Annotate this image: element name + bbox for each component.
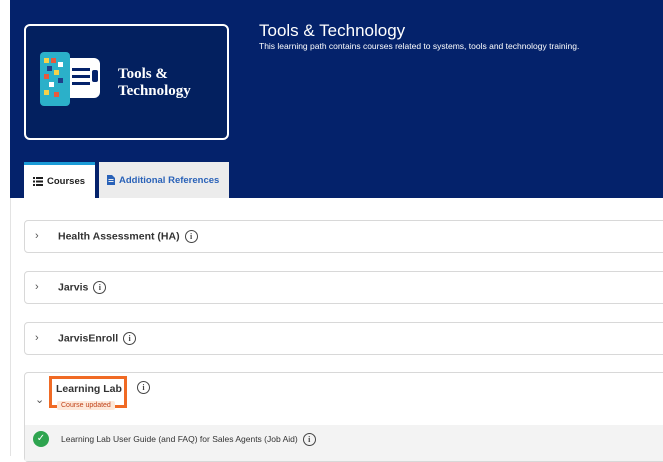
tab-courses[interactable]: Courses xyxy=(24,162,95,198)
thumbnail-title-line1: Tools & xyxy=(118,66,168,82)
page-description: This learning path contains courses rela… xyxy=(259,41,580,51)
course-title: Jarvis xyxy=(58,281,89,294)
course-accordion-jarvisenroll[interactable]: › JarvisEnroll i xyxy=(24,322,663,355)
course-title: Health Assessment (HA) xyxy=(58,230,180,243)
tab-courses-label: Courses xyxy=(47,176,86,187)
status-badge: Course updated xyxy=(57,401,115,410)
page-title: Tools & Technology xyxy=(259,21,406,40)
learning-path-thumbnail: Tools & Technology xyxy=(24,24,229,140)
chevron-down-icon[interactable]: ⌄ xyxy=(35,393,44,406)
document-icon xyxy=(107,175,115,185)
course-accordion-learning-lab[interactable]: ⌄ Learning Lab i Course updated ✓ Learni… xyxy=(24,372,663,462)
check-icon: ✓ xyxy=(33,431,49,447)
chevron-right-icon[interactable]: › xyxy=(35,332,39,344)
info-icon[interactable]: i xyxy=(137,381,150,394)
tools-technology-icon xyxy=(40,52,100,106)
chevron-right-icon[interactable]: › xyxy=(35,281,39,293)
course-title: JarvisEnroll xyxy=(58,332,119,345)
course-accordion-jarvis[interactable]: › Jarvis i xyxy=(24,271,663,304)
tab-additional-references-label: Additional References xyxy=(119,174,220,186)
info-icon[interactable]: i xyxy=(93,281,107,294)
thumbnail-title-line2: Technology xyxy=(118,83,191,99)
list-icon xyxy=(33,177,43,186)
info-icon[interactable]: i xyxy=(123,332,137,345)
info-icon[interactable]: i xyxy=(184,230,198,243)
course-title[interactable]: Learning Lab xyxy=(56,383,122,395)
tab-additional-references[interactable]: Additional References xyxy=(99,162,229,198)
course-accordion-health-assessment[interactable]: › Health Assessment (HA) i xyxy=(24,220,663,253)
info-icon[interactable]: i xyxy=(302,433,316,446)
chevron-right-icon[interactable]: › xyxy=(35,230,39,242)
course-item-title[interactable]: Learning Lab User Guide (and FAQ) for Sa… xyxy=(61,434,298,444)
